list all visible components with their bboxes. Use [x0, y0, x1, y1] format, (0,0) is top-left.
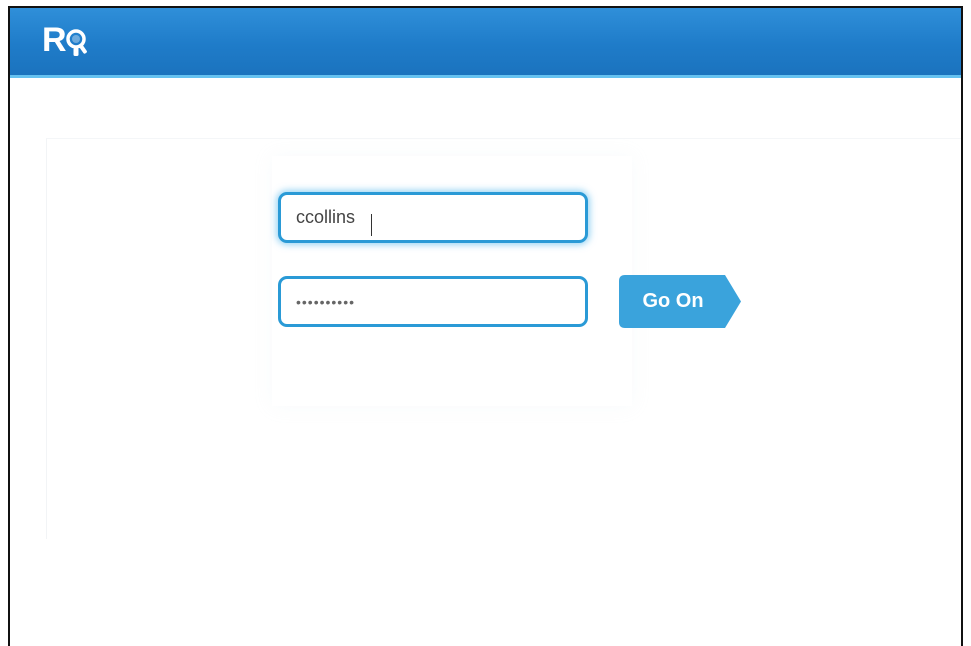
- username-field[interactable]: [278, 192, 588, 243]
- go-on-label: Go On: [642, 290, 704, 312]
- text-caret: [371, 214, 372, 236]
- username-input[interactable]: [296, 207, 585, 228]
- password-input[interactable]: [296, 293, 585, 310]
- app-logo: R: [42, 21, 102, 62]
- go-on-button[interactable]: Go On: [619, 275, 741, 328]
- magnifier-logo-icon: [64, 26, 94, 62]
- logo-letter: R: [42, 21, 67, 59]
- app-header: R: [10, 8, 961, 78]
- password-field[interactable]: [278, 276, 588, 327]
